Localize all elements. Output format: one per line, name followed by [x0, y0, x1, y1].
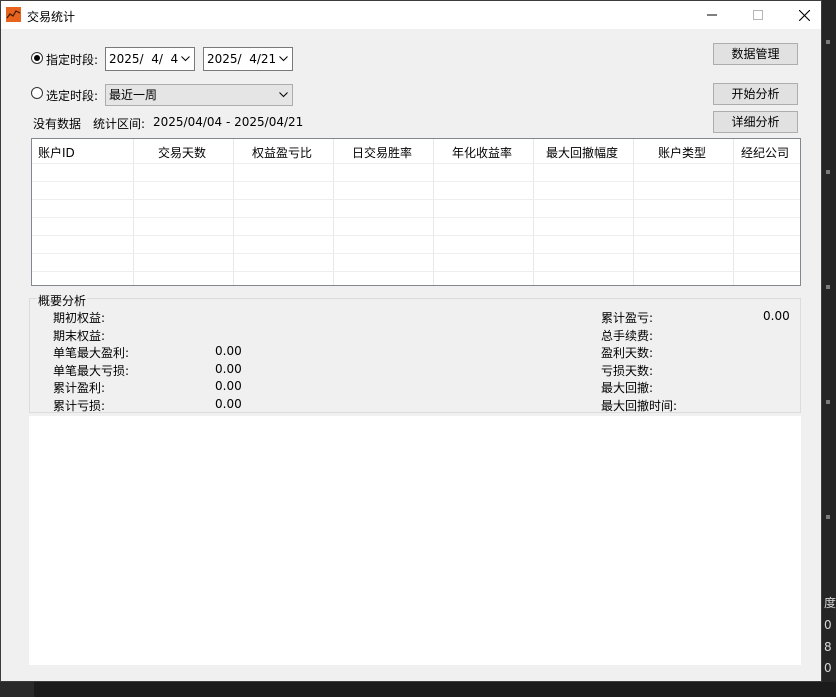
column-header[interactable]: 账户类型	[658, 139, 706, 163]
preset-period-select[interactable]: 最近一周	[105, 84, 293, 106]
column-divider	[733, 139, 734, 285]
summary-label: 盈利天数:	[601, 346, 654, 360]
column-divider	[633, 139, 634, 285]
detail-panel	[29, 416, 801, 665]
summary-label: 累计亏损:	[53, 399, 106, 413]
background-marker	[826, 40, 830, 44]
background-text: 0	[824, 618, 832, 632]
column-divider	[133, 139, 134, 285]
window-title: 交易统计	[27, 10, 76, 24]
account-table[interactable]: 账户ID 交易天数 权益盈亏比 日交易胜率 年化收益率 最大回撤幅度 账户类型 …	[31, 138, 801, 286]
row-divider	[32, 181, 800, 182]
summary-label: 期末权益:	[53, 329, 106, 343]
chevron-down-icon	[181, 56, 190, 62]
chart-app-icon	[6, 7, 21, 22]
column-divider	[433, 139, 434, 285]
summary-label: 累计盈利:	[53, 381, 106, 395]
summary-label: 最大回撤:	[601, 381, 654, 395]
column-header[interactable]: 交易天数	[158, 139, 206, 163]
maximize-button[interactable]	[735, 1, 781, 29]
close-icon	[798, 9, 810, 21]
summary-title: 概要分析	[37, 292, 88, 309]
start-date-value: 2025/ 4/ 4	[109, 52, 179, 66]
preset-period-label: 选定时段:	[46, 89, 99, 103]
title-bar[interactable]: 交易统计	[1, 1, 821, 29]
summary-label: 最大回撤时间:	[601, 399, 678, 413]
specified-period-label: 指定时段:	[46, 53, 99, 67]
summary-label: 期初权益:	[53, 311, 106, 325]
status-message: 没有数据	[33, 117, 82, 131]
column-header[interactable]: 账户ID	[38, 139, 75, 163]
summary-label: 总手续费:	[601, 329, 654, 343]
row-divider	[32, 235, 800, 236]
end-date-picker[interactable]: 2025/ 4/21	[203, 47, 293, 71]
row-divider	[32, 271, 800, 272]
preset-period-value: 最近一周	[109, 88, 158, 102]
background-taskbar	[0, 682, 836, 697]
range-value: 2025/04/04 - 2025/04/21	[153, 115, 304, 129]
data-manage-button[interactable]: 数据管理	[713, 43, 798, 65]
background-marker	[826, 400, 830, 404]
column-header[interactable]: 日交易胜率	[352, 139, 412, 163]
row-divider	[32, 199, 800, 200]
summary-label: 累计盈亏:	[601, 311, 654, 325]
summary-label: 亏损天数:	[601, 364, 654, 378]
column-header[interactable]: 权益盈亏比	[252, 139, 312, 163]
background-marker	[826, 285, 830, 289]
summary-value: 0.00	[215, 397, 242, 411]
summary-group	[29, 298, 801, 413]
background-app-panel: 度 0 8 0	[822, 0, 836, 697]
preset-period-radio[interactable]	[31, 87, 43, 99]
summary-value: 0.00	[215, 362, 242, 376]
column-header[interactable]: 经纪公司	[741, 139, 789, 163]
background-text: 0	[824, 661, 832, 675]
start-analysis-button[interactable]: 开始分析	[713, 83, 798, 105]
column-header[interactable]: 最大回撤幅度	[546, 139, 618, 163]
chevron-down-icon	[279, 56, 288, 62]
close-button[interactable]	[781, 1, 827, 29]
end-date-value: 2025/ 4/21	[207, 52, 277, 66]
detail-analysis-button[interactable]: 详细分析	[713, 111, 798, 133]
range-label: 统计区间:	[93, 117, 146, 131]
background-text: 度	[824, 596, 836, 610]
column-divider	[533, 139, 534, 285]
row-divider	[32, 163, 800, 164]
background-text: 8	[824, 640, 832, 654]
chevron-down-icon	[279, 92, 288, 98]
specified-period-radio[interactable]	[31, 52, 43, 64]
column-divider	[233, 139, 234, 285]
summary-value: 0.00	[215, 344, 242, 358]
column-divider	[333, 139, 334, 285]
row-divider	[32, 217, 800, 218]
minimize-icon	[707, 14, 717, 16]
summary-value: 0.00	[215, 379, 242, 393]
summary-label: 单笔最大盈利:	[53, 346, 130, 360]
column-header[interactable]: 年化收益率	[452, 139, 512, 163]
minimize-button[interactable]	[689, 1, 735, 29]
start-date-picker[interactable]: 2025/ 4/ 4	[105, 47, 195, 71]
background-marker	[826, 515, 830, 519]
background-marker	[826, 170, 830, 174]
maximize-icon	[753, 10, 763, 20]
summary-label: 单笔最大亏损:	[53, 364, 130, 378]
summary-value: 0.00	[763, 309, 790, 323]
trade-statistics-window: 交易统计 指定时段: 2025/ 4/ 4 2025/ 4/21 选定时段: 最…	[0, 0, 822, 682]
row-divider	[32, 253, 800, 254]
